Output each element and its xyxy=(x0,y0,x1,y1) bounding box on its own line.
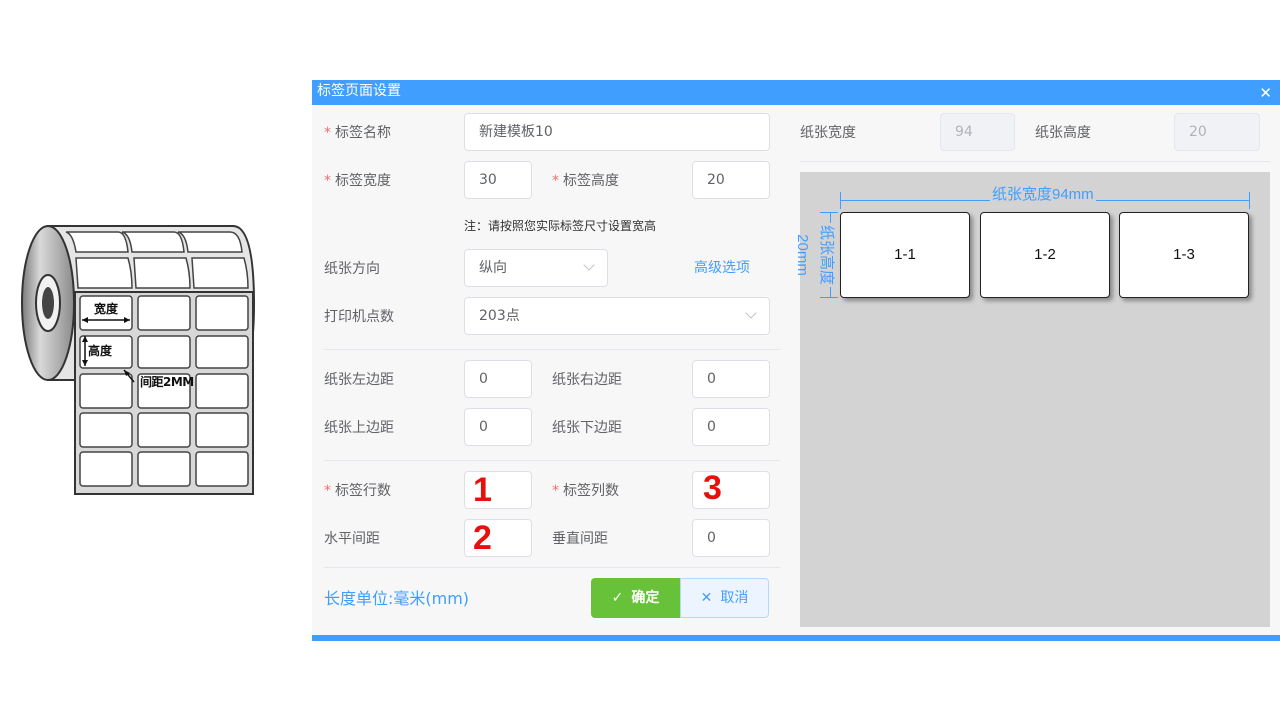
height-dimension-tick xyxy=(820,297,838,298)
paper-top-margin-input[interactable]: 0 xyxy=(464,408,532,446)
divider xyxy=(324,349,780,350)
paper-width-input: 94 xyxy=(940,113,1015,151)
close-icon: ✕ xyxy=(700,590,713,606)
paper-bottom-margin-label: 纸张下边距 xyxy=(552,420,622,436)
paper-height-input: 20 xyxy=(1174,113,1260,151)
printer-dpi-label: 打印机点数 xyxy=(324,309,394,325)
label-roll-illustration: 宽度 高度 间距2MM xyxy=(18,222,258,500)
paper-right-margin-label: 纸张右边距 xyxy=(552,372,622,388)
paper-width-dimension: 纸张宽度94mm xyxy=(990,186,1096,204)
horizontal-gap-input[interactable]: 2 xyxy=(464,519,532,557)
paper-left-margin-input[interactable]: 0 xyxy=(464,360,532,398)
label-cols-input[interactable]: 3 xyxy=(692,471,770,509)
height-dimension-tick xyxy=(820,212,838,213)
paper-width-label: 纸张宽度 xyxy=(800,125,856,141)
paper-height-dimension: 纸张高度 xyxy=(817,223,835,287)
label-preview: 纸张宽度94mm 20mm 纸张高度 1-1 1-2 1-3 xyxy=(794,172,1270,627)
label-height-label: * 标签高度 xyxy=(552,173,619,189)
cancel-label: 取消 xyxy=(720,590,749,606)
vertical-gap-label: 垂直间距 xyxy=(552,531,608,547)
width-dimension-tick xyxy=(840,192,841,209)
horizontal-gap-label: 水平间距 xyxy=(324,531,380,547)
preview-cell: 1-1 xyxy=(840,212,970,298)
paper-top-margin-label: 纸张上边距 xyxy=(324,420,394,436)
paper-right-margin-input[interactable]: 0 xyxy=(692,360,770,398)
preview-cell: 1-2 xyxy=(980,212,1110,298)
size-note: 注：请按照您实际标签尺寸设置宽高 xyxy=(464,219,657,233)
preview-cell: 1-3 xyxy=(1119,212,1249,298)
label-width-label: * 标签宽度 xyxy=(324,173,391,189)
printer-dpi-select[interactable]: 203点 xyxy=(464,297,770,335)
label-name-input[interactable]: 新建模板10 xyxy=(464,113,770,151)
paper-direction-value: 纵向 xyxy=(479,260,507,276)
vertical-gap-input[interactable]: 0 xyxy=(692,519,770,557)
paper-direction-select[interactable]: 纵向 xyxy=(464,249,608,287)
label-rows-value: 1 xyxy=(467,472,498,508)
chevron-down-icon xyxy=(583,259,595,271)
chevron-down-icon xyxy=(745,307,757,319)
label-page-settings-dialog: 标签页面设置 ✕ * 标签名称 新建模板10 * 标签宽度 30 * 标签高度 20 … xyxy=(312,80,1280,641)
unit-text: 长度单位:毫米(mm) xyxy=(324,589,470,608)
paper-bottom-margin-input[interactable]: 0 xyxy=(692,408,770,446)
dialog-titlebar: 标签页面设置 ✕ xyxy=(312,80,1280,105)
label-cols-label: * 标签列数 xyxy=(552,483,619,499)
label-rows-label: * 标签行数 xyxy=(324,483,391,499)
dialog-title: 标签页面设置 xyxy=(317,83,401,99)
label-rows-input[interactable]: 1 xyxy=(464,471,532,509)
close-icon[interactable]: ✕ xyxy=(1259,84,1272,102)
dialog-bottom-bar xyxy=(312,635,1280,641)
advanced-options-link[interactable]: 高级选项 xyxy=(694,258,750,278)
paper-height-value-dimension: 20mm xyxy=(794,234,811,276)
confirm-label: 确定 xyxy=(631,590,660,606)
divider xyxy=(324,460,780,461)
divider xyxy=(324,567,780,568)
height-caption: 高度 xyxy=(88,344,113,358)
confirm-button[interactable]: ✓ 确定 xyxy=(591,578,680,618)
cancel-button[interactable]: ✕ 取消 xyxy=(680,578,769,618)
paper-height-label: 纸张高度 xyxy=(1035,125,1091,141)
label-width-input[interactable]: 30 xyxy=(464,161,532,199)
horizontal-gap-value: 2 xyxy=(467,520,498,556)
label-name-label: * 标签名称 xyxy=(324,125,391,141)
width-dimension-tick xyxy=(1249,192,1250,209)
label-height-input[interactable]: 20 xyxy=(692,161,770,199)
label-cols-value: 3 xyxy=(697,472,728,507)
gap-caption: 间距2MM xyxy=(140,375,194,389)
paper-left-margin-label: 纸张左边距 xyxy=(324,372,394,388)
paper-direction-label: 纸张方向 xyxy=(324,261,380,277)
check-icon: ✓ xyxy=(611,590,624,606)
width-caption: 宽度 xyxy=(94,302,119,316)
printer-dpi-value: 203点 xyxy=(479,308,520,324)
divider xyxy=(800,161,1270,162)
